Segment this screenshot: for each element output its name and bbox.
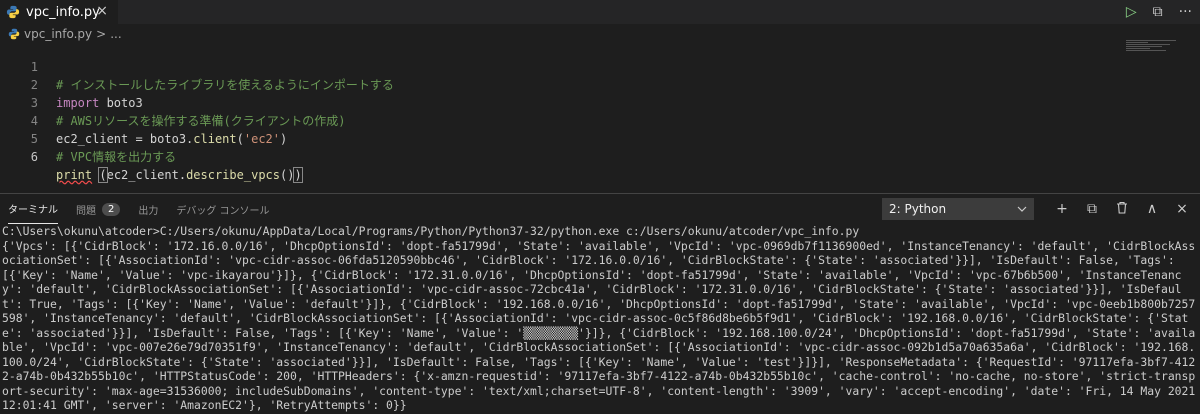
python-file-icon bbox=[8, 28, 20, 40]
maximize-panel-icon[interactable]: ∧ bbox=[1144, 201, 1160, 217]
code-text: ec2_client. bbox=[106, 168, 187, 182]
tab-problems[interactable]: 問題 2 bbox=[76, 194, 121, 224]
bottom-panel: ターミナル 問題 2 出力 デバッグ コンソール 2: Python + ⧉ ∧ … bbox=[0, 193, 1200, 414]
minimap[interactable] bbox=[1126, 40, 1186, 54]
split-editor-icon[interactable]: ⧉ bbox=[1153, 4, 1163, 20]
chevron-down-icon bbox=[1017, 206, 1027, 212]
tab-output[interactable]: 出力 bbox=[138, 194, 158, 224]
breadcrumb-file[interactable]: vpc_info.py bbox=[24, 27, 92, 41]
run-icon[interactable]: ▷ bbox=[1126, 4, 1137, 20]
editor-tab-bar: vpc_info.py × ▷ ⧉ ··· bbox=[0, 0, 1200, 24]
split-terminal-icon[interactable]: ⧉ bbox=[1084, 201, 1100, 217]
code-line: 6 print (ec2_client.describe_vpcs()) bbox=[0, 130, 1200, 183]
terminal-result: {'Vpcs': [{'CidrBlock': '172.16.0.0/16',… bbox=[2, 238, 1196, 413]
terminal-select-value: 2: Python bbox=[889, 202, 947, 216]
python-file-icon bbox=[6, 5, 20, 19]
panel-actions: 2: Python + ⧉ ∧ × bbox=[882, 198, 1190, 220]
terminal-select[interactable]: 2: Python bbox=[882, 198, 1034, 220]
editor-actions: ▷ ⧉ ··· bbox=[1126, 0, 1192, 24]
tab-output-label: 出力 bbox=[138, 205, 159, 217]
line-number: 6 bbox=[30, 150, 38, 164]
tab-terminal-label: ターミナル bbox=[8, 205, 58, 216]
file-tab[interactable]: vpc_info.py × bbox=[0, 0, 118, 24]
tab-debug-console[interactable]: デバッグ コンソール bbox=[176, 194, 269, 224]
terminal-output[interactable]: C:\Users\okunu\atcoder>C:/Users/okunu/Ap… bbox=[2, 224, 1198, 413]
code-bracket: ) bbox=[293, 167, 303, 183]
code-comment: # VPC情報を出力する bbox=[56, 150, 177, 164]
more-actions-icon[interactable]: ··· bbox=[1179, 4, 1192, 20]
tab-terminal[interactable]: ターミナル bbox=[8, 194, 58, 224]
close-panel-icon[interactable]: × bbox=[1174, 201, 1190, 217]
code-bracket: ( bbox=[98, 167, 108, 183]
code-line: 1 # インストールしたライブラリを使えるようにインポートする bbox=[0, 40, 1200, 92]
code-line: 5 # VPC情報を出力する bbox=[0, 112, 1200, 164]
code-function: print bbox=[56, 168, 93, 182]
terminal-command: C:\Users\okunu\atcoder>C:/Users/okunu/Ap… bbox=[2, 224, 860, 238]
code-text: () bbox=[280, 168, 295, 182]
tab-problems-label: 問題 bbox=[76, 205, 96, 217]
trash-icon[interactable] bbox=[1114, 201, 1130, 218]
code-editor[interactable]: 1 # インストールしたライブラリを使えるようにインポートする 2 import… bbox=[0, 40, 1200, 183]
file-tab-label: vpc_info.py bbox=[26, 4, 100, 20]
panel-tabs: ターミナル 問題 2 出力 デバッグ コンソール bbox=[8, 194, 270, 224]
tab-debug-console-label: デバッグ コンソール bbox=[176, 205, 270, 217]
code-line: 2 import boto3 bbox=[0, 58, 1200, 110]
code-function: describe_vpcs bbox=[186, 168, 280, 182]
new-terminal-icon[interactable]: + bbox=[1054, 201, 1070, 217]
code-line: 4 ec2_client = boto3.client('ec2') bbox=[0, 94, 1200, 146]
breadcrumb-separator: > bbox=[96, 27, 107, 41]
problems-count-badge: 2 bbox=[102, 202, 121, 216]
close-tab-icon[interactable]: × bbox=[96, 3, 108, 19]
code-line: 3 # AWSリソースを操作する準備(クライアントの作成) bbox=[0, 76, 1200, 128]
breadcrumb-symbols[interactable]: ... bbox=[110, 27, 121, 41]
